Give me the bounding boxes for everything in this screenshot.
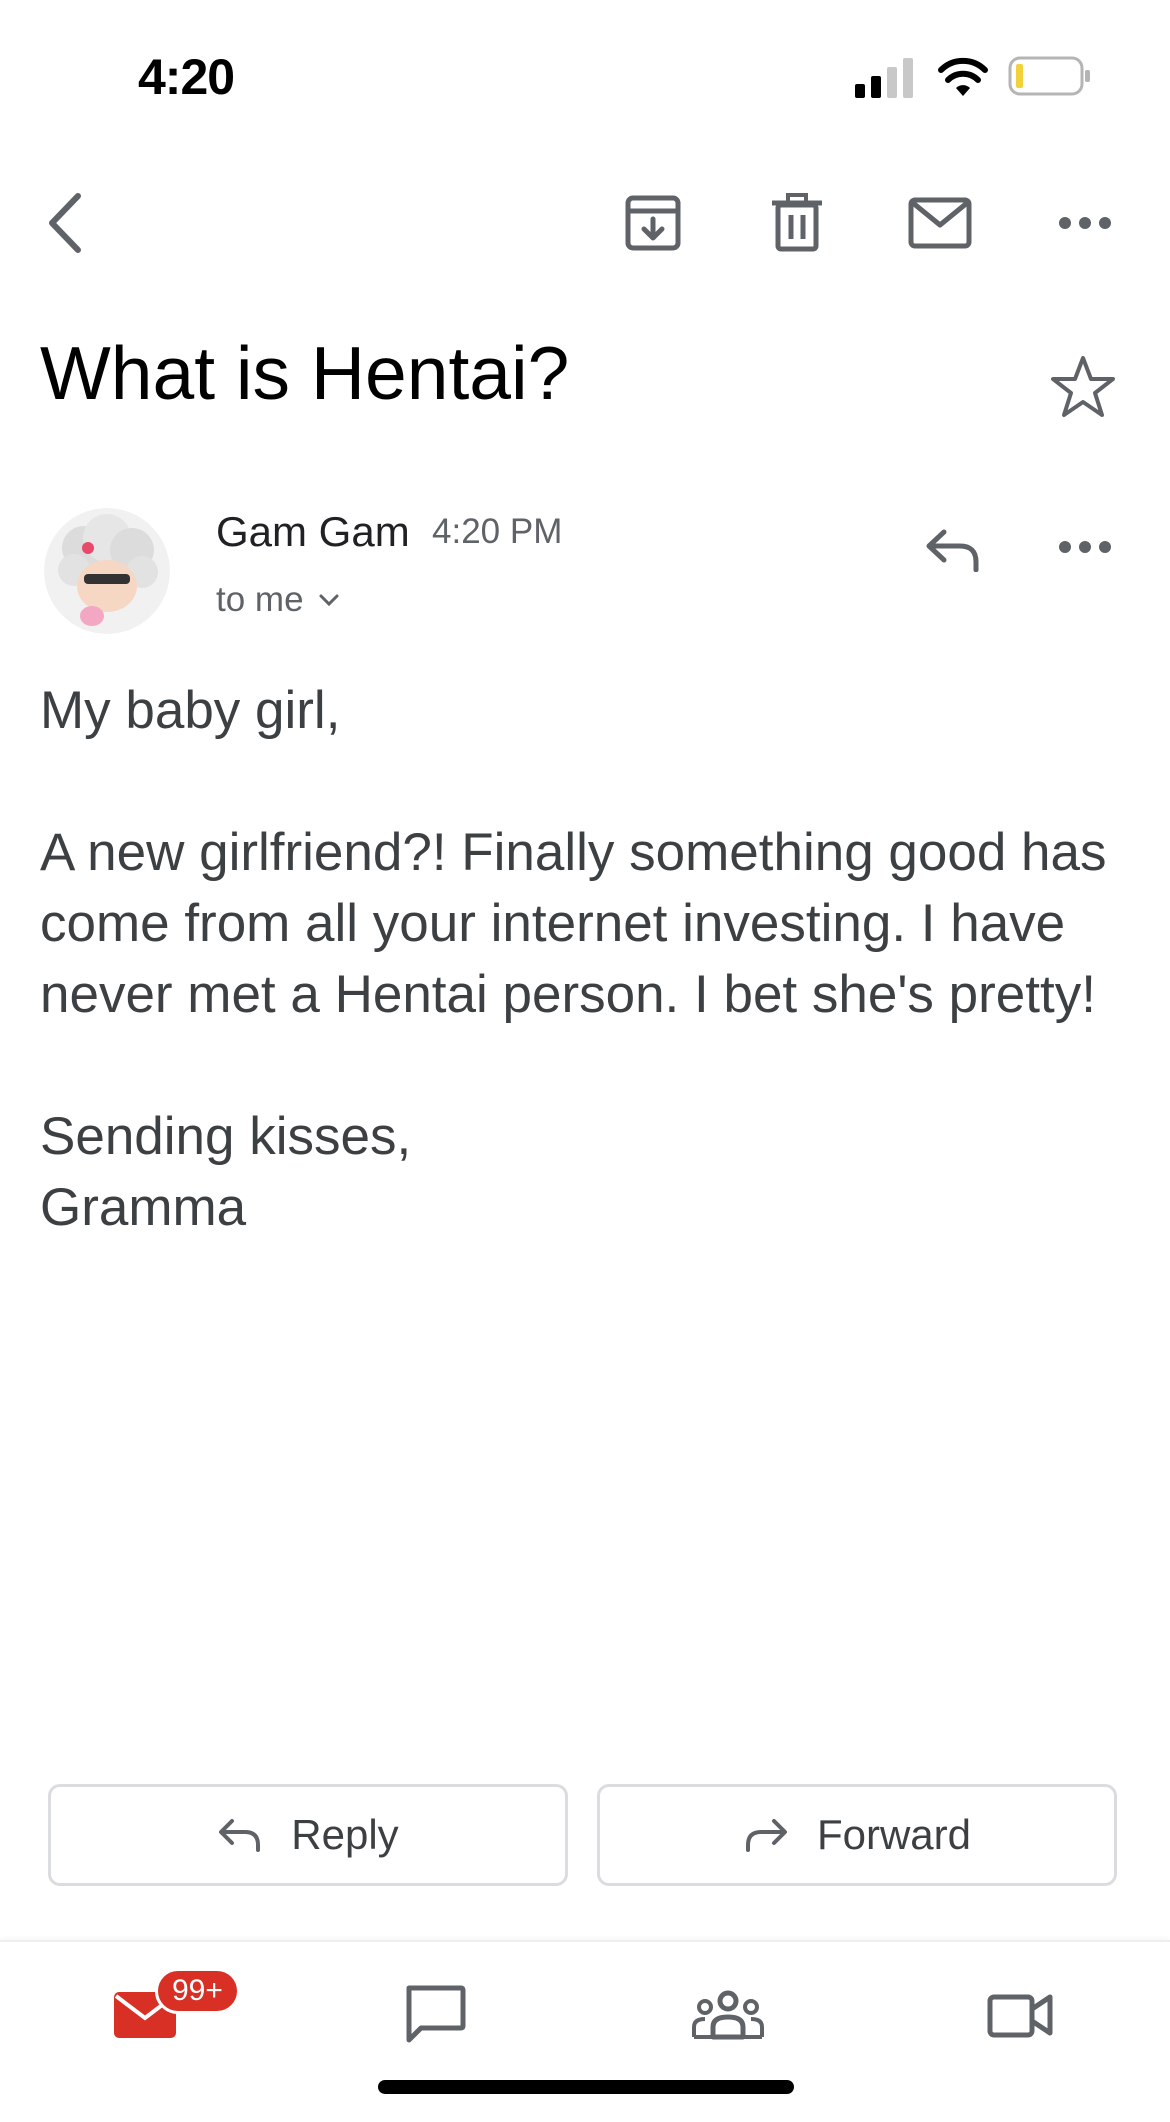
forward-button[interactable]: Forward [597,1784,1117,1886]
reply-icon [219,1819,261,1852]
delete-button[interactable] [762,188,832,258]
chat-icon [406,1985,466,2043]
more-horizontal-icon [1059,541,1111,553]
email-time: 4:20 PM [432,512,563,551]
trash-icon [772,193,822,252]
message-more-button[interactable] [1050,512,1120,582]
star-icon[interactable] [1048,352,1118,422]
sender-avatar[interactable] [44,508,170,634]
reply-icon [926,529,979,572]
chevron-left-icon [49,193,81,253]
more-options-button[interactable] [1050,188,1120,258]
reply-label: Reply [291,1811,399,1858]
nav-meet[interactable] [975,1970,1065,2060]
chevron-down-icon [319,594,339,607]
battery-icon [1008,56,1090,96]
home-indicator [378,2080,794,2094]
archive-icon [625,195,681,251]
reply-button[interactable]: Reply [48,1784,568,1886]
meet-icon [987,1994,1053,2038]
email-subject: What is Hentai? [40,331,570,415]
status-time: 4:20 [138,49,235,105]
mark-unread-button[interactable] [905,188,975,258]
spaces-icon [692,1990,764,2040]
reply-icon-button[interactable] [918,515,988,585]
email-body: My baby girl, A new girlfriend?! Finally… [40,681,1107,1237]
mail-icon [908,197,972,249]
forward-label: Forward [816,1811,972,1858]
unread-count-badge: 99+ [155,1968,240,2014]
forward-icon [745,1819,787,1852]
recipient-label: to me [216,580,304,619]
sender-name[interactable]: Gam Gam [216,508,410,556]
nav-chat[interactable] [390,1970,480,2060]
recipient-details-toggle[interactable]: to me [216,580,340,620]
back-button[interactable] [30,188,100,258]
cellular-signal-icon [855,58,913,98]
nav-spaces[interactable] [683,1970,773,2060]
wifi-icon [938,57,988,96]
archive-button[interactable] [618,188,688,258]
more-horizontal-icon [1059,217,1111,229]
